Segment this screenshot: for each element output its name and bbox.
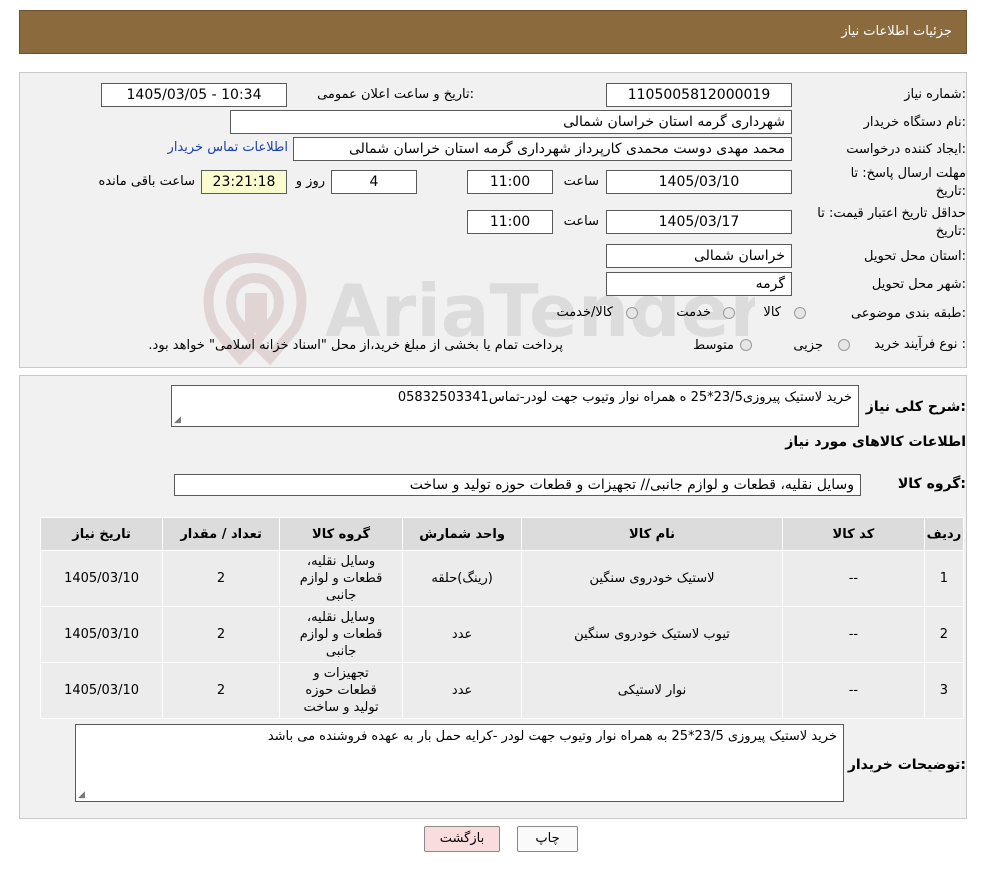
cell-group: تجهیزات و قطعات حوزه تولید و ساخت (278, 662, 404, 719)
cell-date: 1405/03/10 (39, 662, 164, 719)
announce-field: 1405/03/05 - 10:34 (101, 83, 287, 107)
city-field: گرمه (606, 272, 792, 296)
col-header-date: تاریخ نیاز (39, 517, 164, 551)
response-date-field: 1405/03/10 (606, 170, 792, 194)
table-header-row: ردیف کد کالا نام کالا واحد شمارش گروه کا… (39, 517, 965, 551)
cell-row-number: 1 (923, 550, 965, 607)
process-label: نوع فرآیند خرید : (874, 337, 966, 352)
city-label: شهر محل تحویل: (871, 277, 966, 292)
need-number-field: 1105005812000019 (606, 83, 792, 107)
cell-group: وسایل نقلیه، قطعات و لوازم جانبی (278, 606, 404, 663)
cell-row-number: 3 (923, 662, 965, 719)
col-header-group: گروه کالا (278, 517, 404, 551)
category-goods-service-radio[interactable] (626, 307, 638, 319)
category-goods-label: کالا (763, 305, 781, 320)
response-deadline-label-2: تاریخ: (935, 184, 966, 199)
cell-quantity: 2 (162, 550, 280, 607)
cell-quantity: 2 (162, 662, 280, 719)
description-label: شرح کلی نیاز: (865, 399, 966, 415)
print-button[interactable]: چاپ (517, 826, 578, 852)
requester-label: ایجاد کننده درخواست: (846, 142, 966, 157)
col-header-quantity: تعداد / مقدار (162, 517, 280, 551)
buyer-notes-label: توضیحات خریدار: (847, 757, 966, 773)
buyer-notes-textarea[interactable]: خرید لاستیک پیروزی 23/5*25 به همراه نوار… (75, 724, 844, 802)
response-time-label: ساعت (563, 174, 599, 189)
response-time-field: 11:00 (467, 170, 553, 194)
cell-name: لاستیک خودروی سنگین (521, 550, 783, 607)
page-header: جزئیات اطلاعات نیاز (19, 10, 967, 54)
category-service-label: خدمت (676, 305, 711, 320)
requester-field: محمد مهدی دوست محمدی کارپرداز شهرداری گر… (293, 137, 792, 161)
province-field: خراسان شمالی (606, 244, 792, 268)
page-title: جزئیات اطلاعات نیاز (841, 24, 952, 39)
goods-section-title: اطلاعات کالاهای مورد نیاز (785, 434, 966, 450)
process-medium-radio[interactable] (740, 339, 752, 351)
response-deadline-label: مهلت ارسال پاسخ: تا (850, 166, 966, 181)
price-validity-label-2: تاریخ: (935, 224, 966, 239)
cell-unit: عدد (402, 606, 523, 663)
cell-row-number: 2 (923, 606, 965, 663)
cell-code: -- (781, 662, 925, 719)
description-text: خرید لاستیک پیروزی23/5*25 ه همراه نوار و… (397, 390, 852, 405)
cell-group: وسایل نقلیه، قطعات و لوازم جانبی (278, 550, 404, 607)
resize-grip-icon: ◢ (78, 790, 85, 800)
table-row: 2 -- تیوب لاستیک خودروی سنگین عدد وسایل … (39, 606, 965, 663)
process-medium-label: متوسط (693, 338, 734, 353)
table-row: 3 -- نوار لاستیکی عدد تجهیزات و قطعات حو… (39, 662, 965, 719)
cell-name: نوار لاستیکی (521, 662, 783, 719)
description-textarea[interactable]: خرید لاستیک پیروزی23/5*25 ه همراه نوار و… (171, 385, 859, 427)
days-label: روز و (295, 174, 325, 189)
price-validity-time-label: ساعت (563, 214, 599, 229)
cell-name: تیوب لاستیک خودروی سنگین (521, 606, 783, 663)
col-header-row-number: ردیف (923, 517, 965, 551)
goods-group-label: گروه کالا: (897, 476, 966, 492)
cell-code: -- (781, 550, 925, 607)
table-row: 1 -- لاستیک خودروی سنگین (رینگ)حلقه وسای… (39, 550, 965, 607)
buyer-org-field: شهرداری گرمه استان خراسان شمالی (230, 110, 792, 134)
buyer-notes-text: خرید لاستیک پیروزی 23/5*25 به همراه نوار… (267, 729, 837, 744)
category-goods-radio[interactable] (794, 307, 806, 319)
process-treasury-note: پرداخت تمام یا بخشی از مبلغ خرید،از محل … (148, 338, 563, 353)
col-header-code: کد کالا (781, 517, 925, 551)
time-remaining-label: ساعت باقی مانده (98, 174, 195, 189)
cell-unit: (رینگ)حلقه (402, 550, 523, 607)
time-remaining-field: 23:21:18 (201, 170, 287, 194)
goods-table: ردیف کد کالا نام کالا واحد شمارش گروه کا… (39, 517, 965, 719)
days-remaining-field: 4 (331, 170, 417, 194)
price-validity-date-field: 1405/03/17 (606, 210, 792, 234)
price-validity-label: حداقل تاریخ اعتبار قیمت: تا (817, 206, 966, 221)
cell-unit: عدد (402, 662, 523, 719)
need-number-label: شماره نیاز: (904, 87, 966, 102)
category-goods-service-label: کالا/خدمت (556, 305, 613, 320)
buyer-contact-link[interactable]: اطلاعات تماس خریدار (168, 140, 288, 155)
announce-label: تاریخ و ساعت اعلان عمومی: (317, 87, 474, 102)
process-minor-label: جزیی (793, 338, 823, 353)
col-header-name: نام کالا (521, 517, 783, 551)
price-validity-time-field: 11:00 (467, 210, 553, 234)
province-label: استان محل تحویل: (864, 249, 966, 264)
col-header-unit: واحد شمارش (402, 517, 523, 551)
category-service-radio[interactable] (723, 307, 735, 319)
goods-group-field: وسایل نقلیه، قطعات و لوازم جانبی// تجهیز… (174, 474, 861, 496)
cell-code: -- (781, 606, 925, 663)
buyer-org-label: نام دستگاه خریدار: (863, 115, 966, 130)
resize-grip-icon: ◢ (174, 415, 181, 425)
cell-date: 1405/03/10 (39, 606, 164, 663)
back-button[interactable]: بازگشت (424, 826, 500, 852)
category-label: طبقه بندی موضوعی: (850, 306, 966, 321)
cell-date: 1405/03/10 (39, 550, 164, 607)
cell-quantity: 2 (162, 606, 280, 663)
process-minor-radio[interactable] (838, 339, 850, 351)
